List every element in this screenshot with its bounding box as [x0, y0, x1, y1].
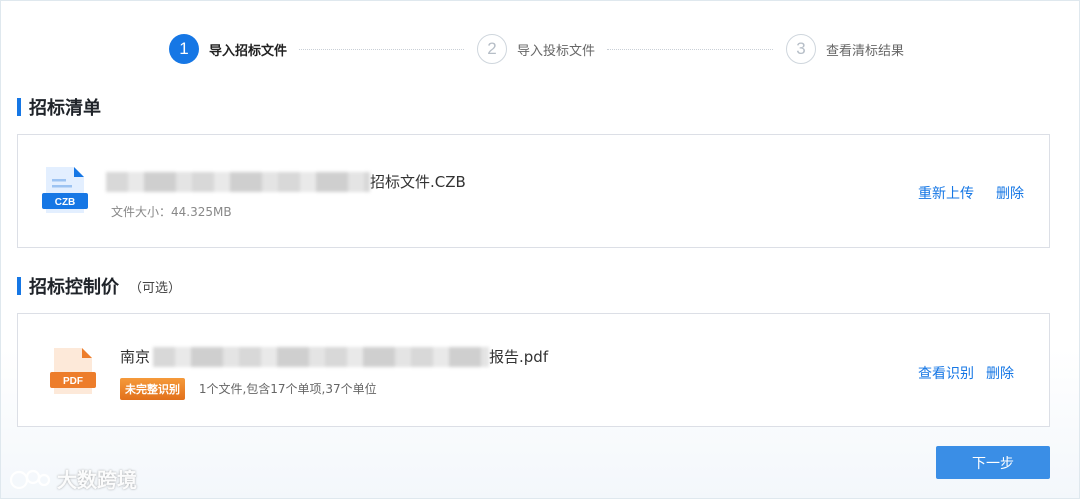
incomplete-recognition-badge: 未完整识别 — [120, 378, 185, 400]
svg-text:CZB: CZB — [55, 197, 76, 208]
page-frame: 1 导入招标文件 2 导入投标文件 3 查看清标结果 招标清单 CZB 招标文件… — [0, 0, 1080, 499]
delete-tender-file-button[interactable]: 删除 — [996, 183, 1024, 203]
watermark: 大数跨境 — [9, 464, 137, 493]
step-1: 1 导入招标文件 — [169, 33, 287, 65]
optional-hint: （可选） — [129, 280, 182, 296]
next-step-button[interactable]: 下一步 — [936, 446, 1050, 479]
section-accent-bar — [17, 98, 21, 116]
step-3-label: 查看清标结果 — [826, 43, 905, 59]
step-3: 3 查看清标结果 — [786, 33, 904, 65]
redacted-filename — [106, 171, 370, 192]
tender-file-actions: 重新上传 删除 — [918, 183, 1024, 203]
czb-file-icon: CZB — [42, 167, 88, 213]
step-connector-2 — [607, 49, 773, 50]
tender-file-card: CZB 招标文件.CZB 文件大小：44.325MB 重新上传 删除 — [17, 134, 1050, 248]
svg-text:PDF: PDF — [63, 376, 83, 387]
tender-file-name: 招标文件.CZB — [106, 171, 466, 192]
pdf-file-icon: PDF — [50, 348, 96, 394]
tender-file-size: 文件大小：44.325MB — [111, 205, 232, 219]
tender-file-name-suffix: 招标文件.CZB — [370, 173, 466, 191]
section-title-text: 招标控制价 — [29, 277, 119, 298]
control-price-file-card: PDF 南京 报告.pdf 未完整识别 1个文件,包含17个单项,37个单位 查… — [17, 313, 1050, 427]
step-2: 2 导入投标文件 — [477, 33, 595, 65]
control-price-file-name-prefix: 南京 — [120, 348, 151, 366]
step-1-number: 1 — [169, 34, 199, 64]
section-tender-list-title: 招标清单 — [17, 94, 101, 120]
section-control-price-title: 招标控制价 （可选） — [17, 273, 181, 299]
view-recognition-button[interactable]: 查看识别 — [918, 363, 974, 383]
control-price-file-name-suffix: 报告.pdf — [489, 348, 549, 366]
redacted-filename — [153, 346, 490, 367]
watermark-text: 大数跨境 — [57, 468, 137, 492]
reupload-button[interactable]: 重新上传 — [918, 183, 974, 203]
stepper: 1 导入招标文件 2 导入投标文件 3 查看清标结果 — [1, 33, 1080, 65]
control-price-file-meta: 未完整识别 1个文件,包含17个单项,37个单位 — [120, 378, 377, 400]
watermark-logo-icon — [9, 469, 51, 489]
file-summary: 1个文件,包含17个单项,37个单位 — [198, 382, 377, 396]
section-accent-bar — [17, 277, 21, 295]
control-price-file-name: 南京 报告.pdf — [120, 346, 548, 367]
section-title-text: 招标清单 — [29, 98, 101, 119]
step-2-number: 2 — [477, 34, 507, 64]
delete-control-price-file-button[interactable]: 删除 — [986, 363, 1014, 383]
control-price-file-actions: 查看识别 删除 — [918, 363, 1014, 383]
step-1-label: 导入招标文件 — [209, 43, 288, 59]
step-3-number: 3 — [786, 34, 816, 64]
step-connector-1 — [299, 49, 464, 50]
step-2-label: 导入投标文件 — [517, 43, 596, 59]
